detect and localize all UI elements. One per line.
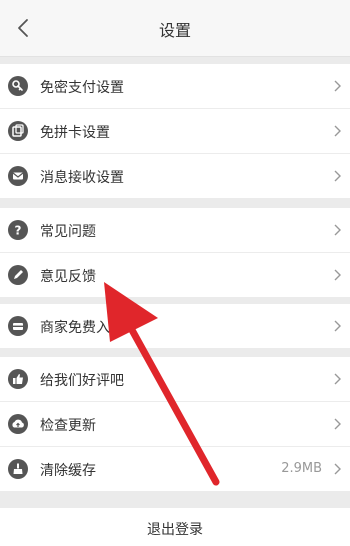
row-clear-cache[interactable]: 清除缓存 2.9MB (0, 447, 350, 491)
row-merchant-join[interactable]: 商家免费入 (0, 304, 350, 348)
settings-group-help: ? 常见问题 意见反馈 (0, 208, 350, 297)
row-feedback[interactable]: 意见反馈 (0, 253, 350, 297)
page-title: 设置 (158, 21, 191, 40)
row-card-settings[interactable]: 免拼卡设置 (0, 109, 350, 154)
logout-button[interactable]: 退出登录 (0, 508, 350, 546)
chevron-right-icon (334, 125, 341, 137)
row-label: 免拼卡设置 (40, 125, 110, 141)
pencil-icon (8, 265, 28, 285)
chevron-right-icon (334, 80, 341, 92)
row-check-update[interactable]: 检查更新 (0, 402, 350, 447)
row-label: 商家免费入 (40, 320, 110, 336)
card-icon (8, 121, 28, 141)
envelope-icon (8, 166, 28, 186)
row-rate-us[interactable]: 给我们好评吧 (0, 357, 350, 402)
settings-group-app: 给我们好评吧 检查更新 清除缓存 2.9MB (0, 357, 350, 491)
row-label: 检查更新 (40, 418, 96, 434)
chevron-right-icon (334, 418, 341, 430)
row-label: 常见问题 (40, 224, 96, 240)
cache-size-value: 2.9MB (281, 461, 322, 476)
row-password-free-payment[interactable]: 免密支付设置 (0, 64, 350, 109)
settings-group-merchant: 商家免费入 (0, 304, 350, 348)
chevron-right-icon (334, 463, 341, 475)
cloud-upload-icon (8, 414, 28, 434)
key-icon (8, 76, 28, 96)
chevron-right-icon (334, 269, 341, 281)
row-message-settings[interactable]: 消息接收设置 (0, 154, 350, 198)
chevron-right-icon (334, 224, 341, 236)
question-icon: ? (8, 220, 28, 240)
row-label: 免密支付设置 (40, 80, 124, 96)
settings-group-payment: 免密支付设置 免拼卡设置 消息接收设置 (0, 64, 350, 198)
chevron-right-icon (334, 170, 341, 182)
svg-text:?: ? (15, 224, 22, 238)
row-label: 给我们好评吧 (40, 373, 124, 389)
store-icon (8, 316, 28, 336)
row-faq[interactable]: ? 常见问题 (0, 208, 350, 253)
logout-label: 退出登录 (147, 522, 203, 538)
chevron-right-icon (334, 373, 341, 385)
nav-bar: 设置 (0, 0, 350, 57)
row-label: 消息接收设置 (40, 170, 124, 186)
row-label: 意见反馈 (40, 269, 96, 285)
thumbs-up-icon (8, 369, 28, 389)
row-label: 清除缓存 (40, 463, 96, 479)
broom-icon (8, 459, 28, 479)
chevron-right-icon (334, 320, 341, 332)
